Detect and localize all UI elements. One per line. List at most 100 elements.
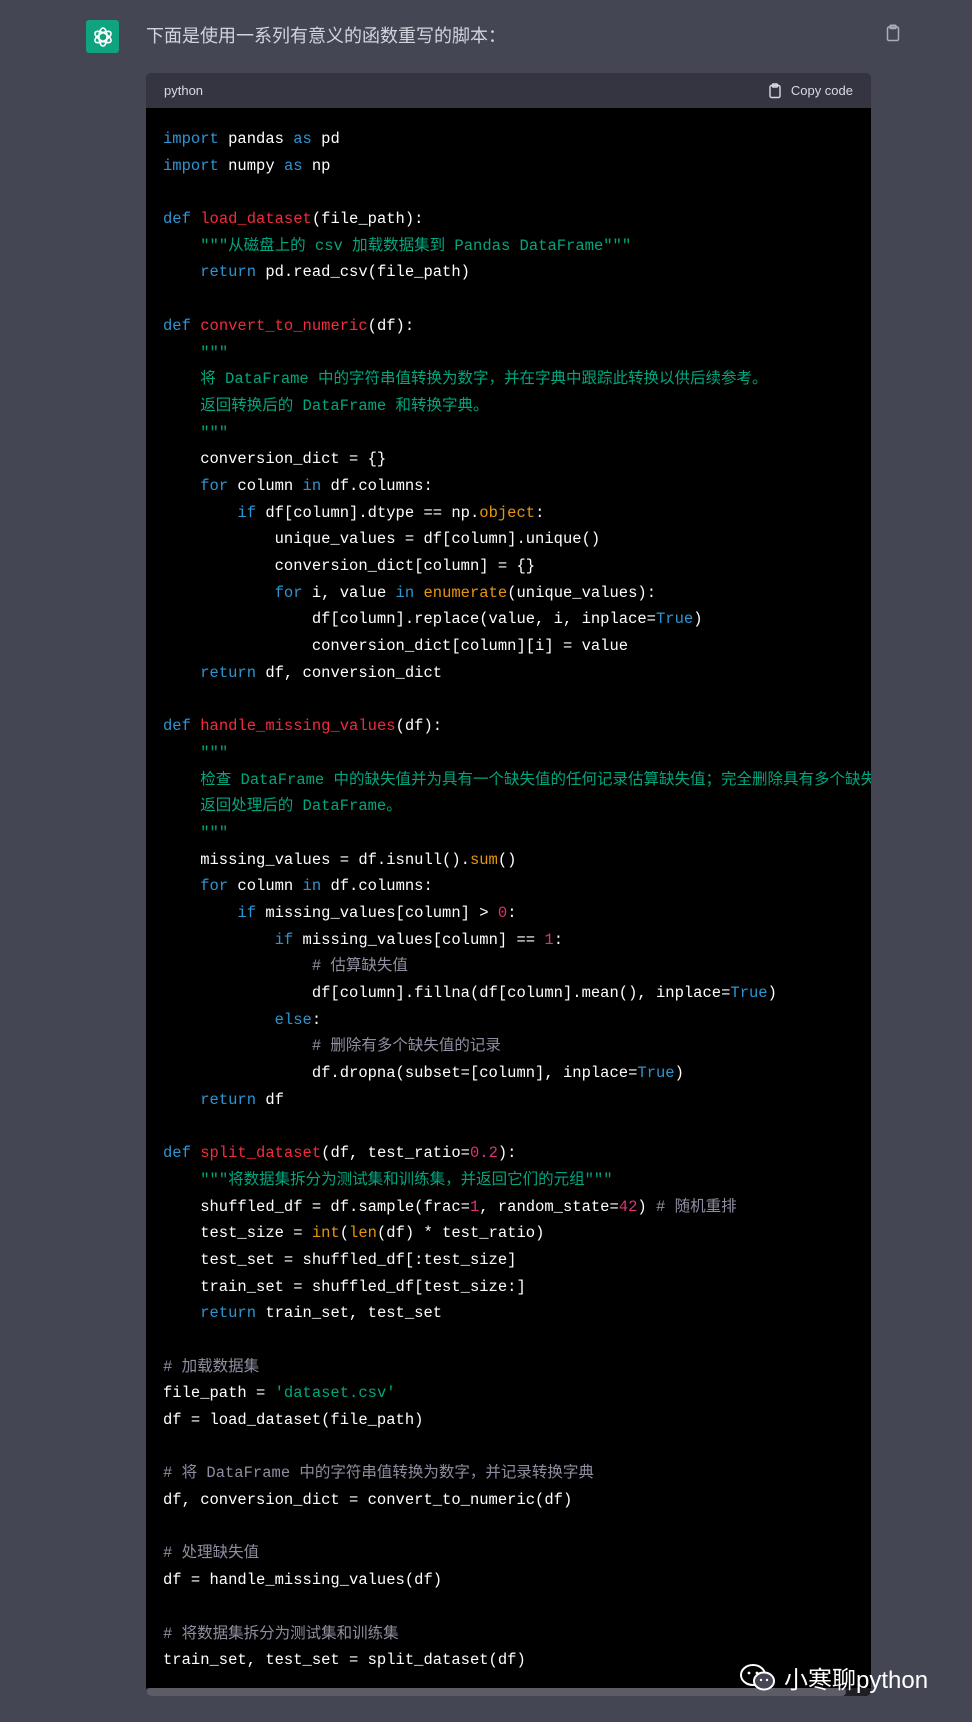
- code-line: # 估算缺失值: [163, 953, 854, 980]
- code-token: ): [637, 1197, 657, 1216]
- code-token: for: [200, 476, 229, 495]
- code-token: 'dataset.csv': [274, 1384, 396, 1403]
- code-token: # 将 DataFrame 中的字符串值转换为数字，并记录转换字典: [163, 1464, 594, 1483]
- code-block: python Copy code import pandas as pd impo…: [146, 73, 871, 1696]
- clipboard-icon[interactable]: [884, 24, 902, 42]
- code-token: 1: [469, 1197, 480, 1216]
- code-line: """: [163, 420, 854, 447]
- code-token: (df) * test_ratio): [376, 1224, 545, 1243]
- code-token: 返回转换后的 DataFrame 和转换字典。: [200, 396, 489, 415]
- code-token: if: [237, 903, 257, 922]
- code-token: def: [163, 316, 191, 335]
- code-line: df.dropna(subset=[column], inplace=True): [163, 1060, 854, 1087]
- code-token: i, value: [302, 583, 396, 602]
- code-token: train_set, test_set: [256, 1304, 443, 1323]
- code-token: missing_values[column] >: [256, 903, 498, 922]
- code-line: df = handle_missing_values(df): [163, 1567, 854, 1594]
- code-line: for column in df.columns:: [163, 873, 854, 900]
- copy-code-label: Copy code: [790, 83, 853, 98]
- code-token: :: [535, 503, 545, 522]
- code-token: """从磁盘上的 csv 加载数据集到 Pandas DataFrame""": [200, 236, 632, 255]
- code-token: len: [349, 1224, 377, 1243]
- code-token: def: [163, 210, 191, 229]
- code-token: in: [395, 583, 415, 602]
- code-line: """: [163, 340, 854, 367]
- code-token: return: [200, 263, 257, 282]
- code-line: 返回转换后的 DataFrame 和转换字典。: [163, 393, 854, 420]
- code-token: return: [200, 1090, 257, 1109]
- code-token: conversion_dict = {}: [163, 450, 387, 469]
- code-token: return: [200, 1304, 257, 1323]
- code-line: # 将 DataFrame 中的字符串值转换为数字，并记录转换字典: [163, 1460, 854, 1487]
- code-token: :: [507, 903, 517, 922]
- code-token: missing_values[column] ==: [293, 930, 545, 949]
- code-token: ): [693, 610, 703, 629]
- code-token: df[column].dtype == np.: [256, 503, 480, 522]
- code-token: in: [302, 476, 322, 495]
- code-token: True: [730, 984, 768, 1002]
- code-token: (file_path):: [311, 210, 424, 229]
- code-line: # 加载数据集: [163, 1354, 854, 1381]
- code-token: # 估算缺失值: [311, 957, 408, 976]
- code-line: """: [163, 740, 854, 767]
- code-token: for: [200, 877, 229, 896]
- code-token: 检查 DataFrame 中的缺失值并为具有一个缺失值的任何记录估算缺失值；完全…: [200, 770, 871, 789]
- code-token: sum: [469, 850, 498, 869]
- code-token: (unique_values):: [507, 583, 657, 602]
- code-token: conversion_dict[column] = {}: [163, 557, 536, 575]
- code-line: df[column].fillna(df[column].mean(), inp…: [163, 980, 854, 1007]
- code-token: np: [302, 156, 331, 175]
- code-line: else:: [163, 1007, 854, 1034]
- code-token: :: [311, 1010, 322, 1029]
- code-token: in: [302, 877, 322, 896]
- code-token: df, conversion_dict: [256, 663, 443, 682]
- code-line: 检查 DataFrame 中的缺失值并为具有一个缺失值的任何记录估算缺失值；完全…: [163, 767, 871, 794]
- code-token: if: [274, 930, 294, 949]
- code-token: df[column].fillna(df[column].mean(), inp…: [163, 984, 731, 1002]
- code-token: object: [479, 503, 536, 522]
- code-line: # 处理缺失值: [163, 1540, 854, 1567]
- code-token: # 随机重排: [656, 1197, 737, 1216]
- code-token: df, conversion_dict = convert_to_numeric…: [163, 1491, 573, 1510]
- code-token: # 处理缺失值: [163, 1544, 260, 1563]
- code-line: 返回处理后的 DataFrame。: [163, 793, 854, 820]
- code-line: def load_dataset(file_path):: [163, 206, 854, 233]
- code-token: ): [674, 1064, 684, 1083]
- code-token: # 删除有多个缺失值的记录: [311, 1037, 501, 1056]
- code-token: df = load_dataset(file_path): [163, 1411, 424, 1429]
- code-token: shuffled_df = df.sample(frac=: [163, 1197, 470, 1216]
- code-token: df: [256, 1090, 284, 1109]
- copy-code-button[interactable]: Copy code: [767, 82, 853, 99]
- openai-logo-icon: [93, 26, 112, 47]
- code-line: return df, conversion_dict: [163, 660, 854, 687]
- code-line: conversion_dict[column] = {}: [163, 553, 854, 580]
- code-token: """: [200, 743, 229, 762]
- code-token: """: [200, 823, 229, 842]
- code-line: df = load_dataset(file_path): [163, 1407, 854, 1434]
- code-line: for column in df.columns:: [163, 473, 854, 500]
- code-token: handle_missing_values: [200, 717, 396, 736]
- code-token: 1: [544, 930, 554, 949]
- code-line: """从磁盘上的 csv 加载数据集到 Pandas DataFrame""": [163, 233, 854, 260]
- code-line: unique_values = df[column].unique(): [163, 526, 854, 553]
- code-token: test_set = shuffled_df[:test_size]: [163, 1250, 517, 1269]
